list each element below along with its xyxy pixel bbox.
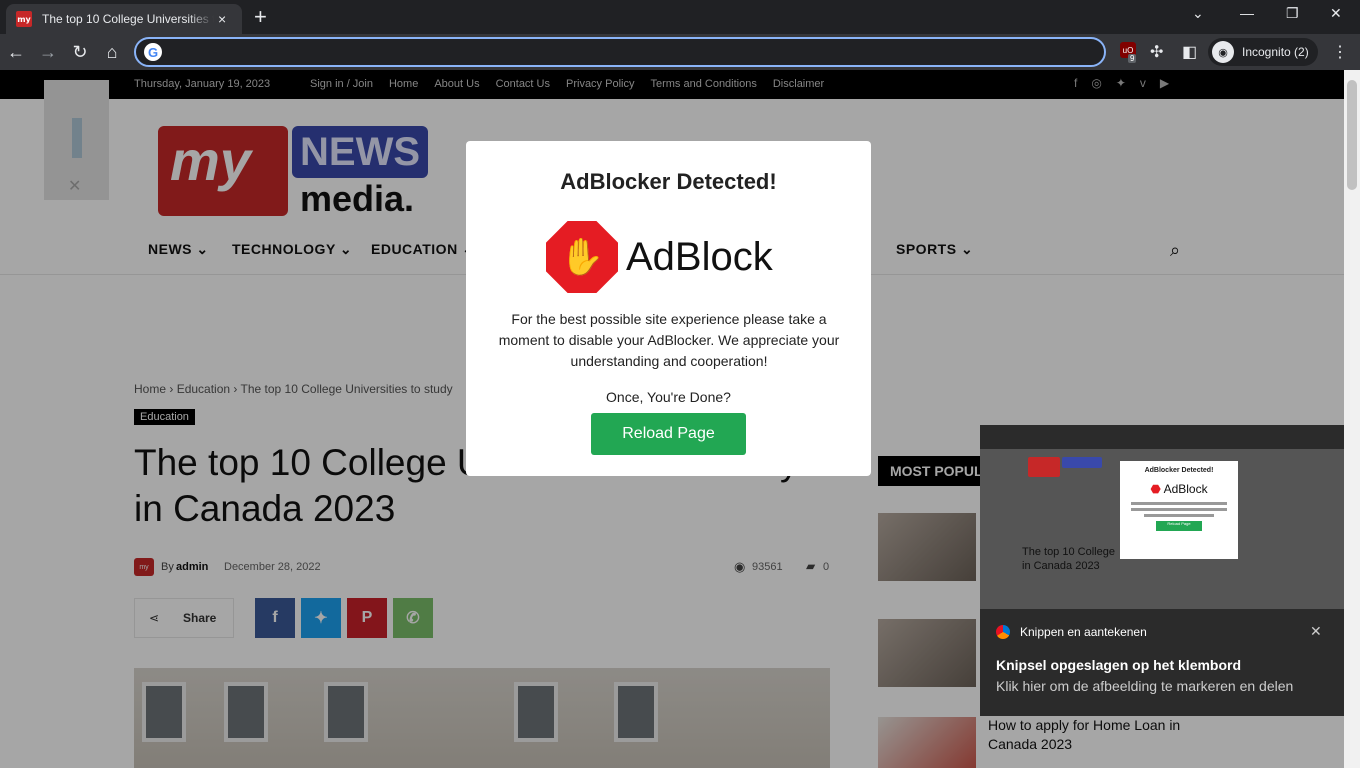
browser-tab[interactable]: my The top 10 College Universities to st… xyxy=(6,4,242,34)
notification-app-name: Knippen en aantekenen xyxy=(1020,625,1147,639)
snip-preview: The top 10 College in Canada 2023 AdBloc… xyxy=(980,449,1344,609)
maximize-icon[interactable]: ❐ xyxy=(1286,5,1299,22)
snip-notification[interactable]: The top 10 College in Canada 2023 AdBloc… xyxy=(980,425,1344,716)
incognito-label: Incognito (2) xyxy=(1242,45,1309,59)
notification-subtitle: Klik hier om de afbeelding te markeren e… xyxy=(996,678,1294,694)
google-icon: G xyxy=(144,43,162,61)
minimize-icon[interactable]: — xyxy=(1240,5,1254,21)
modal-message: For the best possible site experience pl… xyxy=(498,311,840,369)
address-bar[interactable]: G xyxy=(134,37,1106,67)
adblock-logo: ✋ AdBlock xyxy=(546,221,773,293)
preview-headline: The top 10 College in Canada 2023 xyxy=(1022,546,1115,572)
scrollbar-thumb[interactable] xyxy=(1347,80,1357,190)
notification-close-icon[interactable]: ✕ xyxy=(1310,623,1322,640)
tab-search-icon[interactable]: ⌄ xyxy=(1192,5,1204,22)
preview-logo-news xyxy=(1062,457,1102,468)
modal-once-done: Once, You're Done? xyxy=(606,389,731,405)
browser-toolbar: ← → ↻ ⌂ G ✣ ◧ xyxy=(0,34,1360,70)
browser-tab-strip: my The top 10 College Universities to st… xyxy=(0,0,1360,34)
site-favicon-icon: my xyxy=(16,11,32,27)
notification-title: Knipsel opgeslagen op het klembord xyxy=(996,657,1242,673)
browser-menu-icon[interactable]: ⋮ xyxy=(1332,42,1348,62)
side-panel-icon[interactable]: ◧ xyxy=(1182,42,1197,62)
preview-modal: AdBlocker Detected! ⬣ AdBlock Reload Pag… xyxy=(1120,461,1238,559)
preview-logo-my xyxy=(1028,457,1060,477)
modal-title: AdBlocker Detected! xyxy=(560,169,777,194)
adblocker-modal: AdBlocker Detected! ✋ AdBlock For the be… xyxy=(466,141,871,476)
extensions-puzzle-icon[interactable]: ✣ xyxy=(1150,42,1163,62)
reload-page-button[interactable]: Reload Page xyxy=(591,413,746,455)
ublock-badge: 9 xyxy=(1128,54,1137,63)
new-tab-button[interactable]: + xyxy=(254,6,267,28)
snipping-tool-icon xyxy=(996,625,1010,639)
incognito-icon: ◉ xyxy=(1212,41,1234,63)
reload-icon[interactable]: ↻ xyxy=(69,41,91,63)
close-window-icon[interactable]: ✕ xyxy=(1330,5,1342,22)
incognito-profile-button[interactable]: ◉ Incognito (2) xyxy=(1208,38,1318,66)
notification-app-row: Knippen en aantekenen xyxy=(996,625,1147,639)
preview-brand: ⬣ AdBlock xyxy=(1150,482,1208,496)
stop-hand-icon: ✋ xyxy=(546,221,618,293)
tab-title: The top 10 College Universities to study… xyxy=(42,12,214,26)
home-icon[interactable]: ⌂ xyxy=(101,41,123,63)
close-tab-icon[interactable]: × xyxy=(218,11,226,27)
adblock-wordmark: AdBlock xyxy=(626,234,773,279)
page-scrollbar[interactable] xyxy=(1344,70,1360,768)
forward-icon[interactable]: → xyxy=(37,41,59,63)
back-icon[interactable]: ← xyxy=(5,41,27,63)
